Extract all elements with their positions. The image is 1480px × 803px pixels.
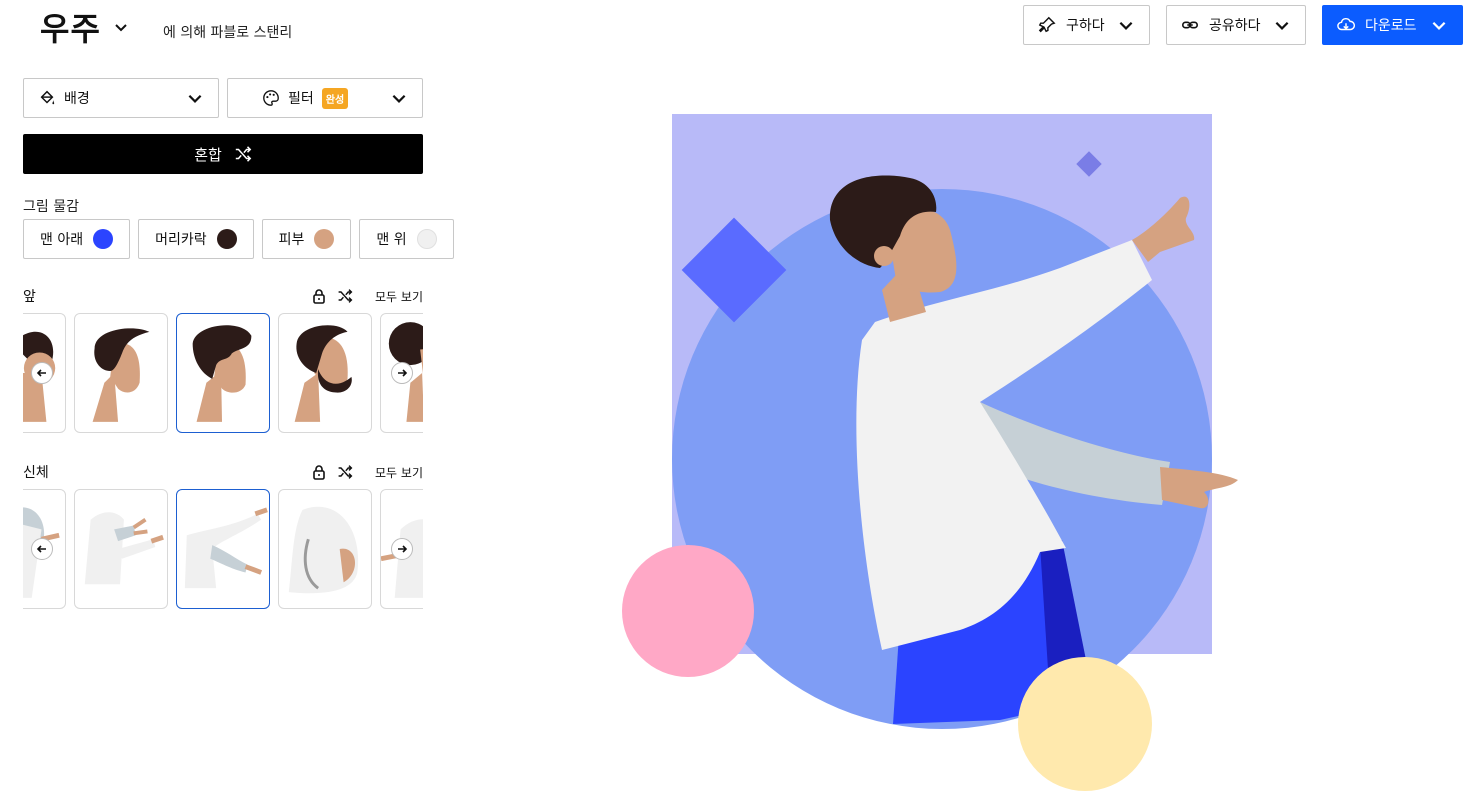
front-options-strip xyxy=(23,313,423,433)
body-thumbnail xyxy=(84,512,164,585)
color-dot xyxy=(314,229,335,249)
swatch-label: 맨 위 xyxy=(376,232,407,248)
swatch-skin[interactable]: 피부 xyxy=(261,219,352,259)
body-see-all-link[interactable]: 모두 보기 xyxy=(375,464,423,481)
filter-badge: 완성 xyxy=(321,87,349,109)
head-thumbnail xyxy=(294,325,352,422)
filter-select[interactable]: 필터 완성 xyxy=(227,78,423,118)
color-dot xyxy=(216,229,237,249)
front-section-label: 앞 xyxy=(23,289,36,305)
pink-circle xyxy=(622,545,754,677)
lock-icon[interactable] xyxy=(311,288,327,304)
head-thumbnail xyxy=(192,325,252,422)
body-option-card[interactable] xyxy=(74,489,168,609)
ear xyxy=(874,246,894,266)
color-dot xyxy=(416,229,437,249)
arrow-left-icon xyxy=(36,545,46,553)
paint-bucket-icon xyxy=(40,90,55,105)
front-option-card-selected[interactable] xyxy=(176,313,270,433)
illustration-preview xyxy=(622,114,1238,791)
shuffle-icon xyxy=(235,146,252,162)
palette-icon xyxy=(263,90,279,106)
shuffle-icon[interactable] xyxy=(337,288,353,304)
front-next-button[interactable] xyxy=(391,362,413,384)
body-prev-button[interactable] xyxy=(31,538,53,560)
front-see-all-link[interactable]: 모두 보기 xyxy=(375,288,423,305)
body-section-header: 신체 모두 보기 xyxy=(23,462,423,482)
arrow-right-icon xyxy=(398,545,408,553)
author-byline: 에 의해 파블로 스탠리 xyxy=(163,25,293,41)
save-button[interactable]: 구하다 xyxy=(1023,5,1150,45)
download-button[interactable]: 다운로드 xyxy=(1322,5,1463,45)
download-label: 다운로드 xyxy=(1365,18,1417,34)
body-thumbnail xyxy=(184,507,268,589)
chevron-down-icon xyxy=(1275,21,1289,30)
body-section-label: 신체 xyxy=(23,465,49,481)
front-prev-button[interactable] xyxy=(31,362,53,384)
front-section-header: 앞 모두 보기 xyxy=(23,286,423,306)
background-label: 배경 xyxy=(64,91,90,107)
body-next-button[interactable] xyxy=(391,538,413,560)
share-button[interactable]: 공유하다 xyxy=(1166,5,1306,45)
chevron-down-icon xyxy=(1119,21,1133,30)
head-thumbnail xyxy=(92,328,150,422)
page-title-group[interactable]: 우주 xyxy=(40,4,129,50)
chevron-down-icon[interactable] xyxy=(113,19,129,35)
front-option-card[interactable] xyxy=(74,313,168,433)
swatch-hair[interactable]: 머리카락 xyxy=(138,219,254,259)
body-option-card-selected[interactable] xyxy=(176,489,270,609)
color-swatch-row: 맨 아래 머리카락 피부 맨 위 xyxy=(23,219,455,261)
background-select[interactable]: 배경 xyxy=(23,78,219,118)
swatch-label: 맨 아래 xyxy=(40,232,84,248)
arrow-right-icon xyxy=(398,369,408,377)
save-label: 구하다 xyxy=(1066,18,1105,34)
page-title: 우주 xyxy=(40,10,101,48)
pin-icon xyxy=(1038,16,1056,33)
lock-icon[interactable] xyxy=(311,464,327,480)
swatch-label: 피부 xyxy=(278,232,305,248)
swatch-bottom[interactable]: 맨 아래 xyxy=(23,219,131,259)
arrow-left-icon xyxy=(36,369,46,377)
filter-label: 필터 xyxy=(288,91,314,107)
colors-section-label: 그림 물감 xyxy=(23,199,79,215)
cloud-download-icon xyxy=(1337,17,1355,31)
front-option-card[interactable] xyxy=(278,313,372,433)
mix-button[interactable]: 혼합 xyxy=(23,134,423,174)
color-dot xyxy=(93,229,114,249)
shuffle-icon[interactable] xyxy=(337,464,353,480)
mix-label: 혼합 xyxy=(194,145,222,164)
body-option-card[interactable] xyxy=(278,489,372,609)
chevron-down-icon xyxy=(188,94,202,103)
share-label: 공유하다 xyxy=(1209,18,1261,34)
chevron-down-icon xyxy=(392,94,406,103)
yellow-circle xyxy=(1018,657,1152,791)
swatch-top[interactable]: 맨 위 xyxy=(359,219,454,259)
link-icon xyxy=(1181,21,1199,29)
body-options-strip xyxy=(23,489,423,609)
body-thumbnail xyxy=(288,506,359,594)
swatch-label: 머리카락 xyxy=(155,232,207,248)
chevron-down-icon xyxy=(1432,21,1446,30)
